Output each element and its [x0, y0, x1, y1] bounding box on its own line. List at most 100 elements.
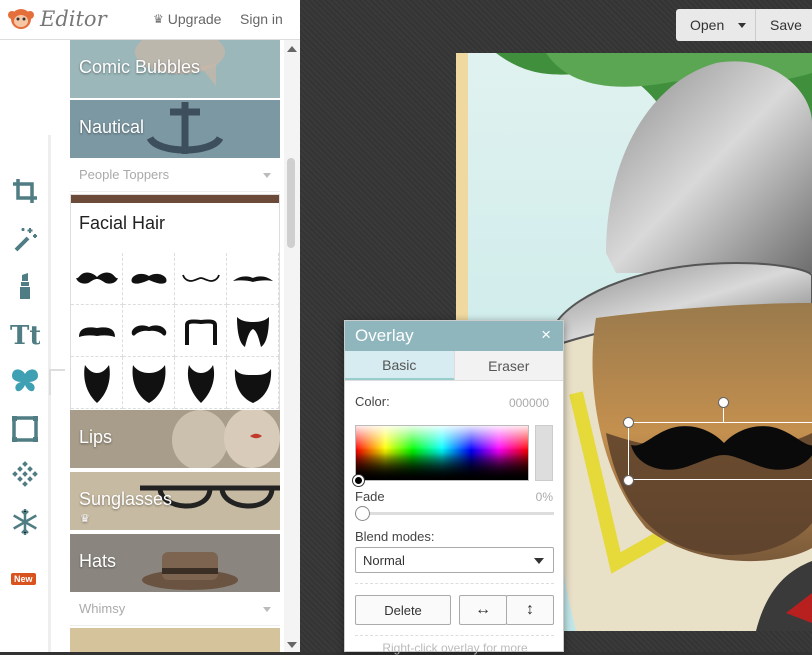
mustache-overlay[interactable] [623, 397, 812, 486]
section-people-toppers[interactable]: People Toppers [70, 158, 280, 192]
list-item[interactable] [123, 305, 175, 357]
mustache-icon [78, 326, 115, 337]
list-item[interactable] [227, 253, 279, 305]
crown-icon: ♛ [153, 12, 164, 26]
list-item[interactable] [71, 305, 123, 357]
category-comic-bubbles[interactable]: Comic Bubbles [70, 40, 280, 98]
section-label: Whimsy [79, 601, 126, 616]
open-label: Open [690, 17, 725, 33]
fade-slider-knob[interactable] [355, 506, 370, 521]
overlay-library-panel: Comic Bubbles Nautical People Toppers Fa… [70, 40, 300, 652]
list-item[interactable] [71, 357, 123, 409]
dialog-tabs: Basic Eraser [345, 351, 563, 381]
scroll-down-icon[interactable] [287, 642, 297, 648]
blend-mode-select[interactable]: Normal [355, 547, 554, 573]
sign-in-link[interactable]: Sign in [240, 11, 283, 27]
beard-icon [187, 364, 214, 403]
category-sunglasses[interactable]: Sunglasses ♛ [70, 472, 280, 530]
upgrade-link[interactable]: ♛ Upgrade [153, 11, 221, 27]
brightness-swatch[interactable] [535, 425, 553, 481]
mustache-icon [131, 324, 166, 336]
list-item[interactable] [175, 305, 227, 357]
save-button[interactable]: Save [756, 17, 802, 33]
scroll-thumb[interactable] [287, 158, 295, 248]
flip-vertical-button[interactable]: ↕ [506, 595, 554, 625]
list-item[interactable] [175, 253, 227, 305]
hats-graphic [142, 552, 238, 590]
rotate-handle[interactable] [718, 397, 729, 408]
anchor-icon [146, 102, 224, 154]
svg-text:Tt: Tt [10, 321, 40, 349]
category-hats[interactable]: Hats [70, 534, 280, 592]
dialog-title: Overlay [355, 326, 414, 345]
mustache-icon [631, 426, 812, 470]
list-item[interactable] [71, 253, 123, 305]
list-item[interactable] [227, 357, 279, 409]
list-item[interactable] [227, 305, 279, 357]
tool-rail: Tt New [0, 40, 70, 652]
crop-tool[interactable] [9, 175, 41, 207]
textures-tool[interactable] [9, 460, 41, 492]
beard-icon [83, 364, 110, 403]
facial-hair-grid [71, 253, 279, 409]
text-tool[interactable]: Tt [9, 318, 41, 350]
list-item[interactable] [123, 253, 175, 305]
open-button[interactable]: Open [676, 9, 756, 41]
effects-tool[interactable] [9, 223, 41, 255]
file-menu: Open Save [676, 9, 812, 41]
touch-up-tool[interactable] [9, 270, 41, 302]
flip-horizontal-icon: ↔ [475, 601, 491, 618]
chevron-down-icon [738, 22, 747, 28]
texture-icon [12, 461, 38, 487]
logo[interactable]: Editor [8, 7, 107, 31]
blend-mode-value: Normal [363, 553, 405, 568]
top-bar: Editor ♛ Upgrade Sign in [0, 0, 300, 40]
category-lips[interactable]: Lips [70, 410, 280, 468]
dialog-header[interactable]: Overlay × [345, 321, 563, 351]
scroll-up-icon[interactable] [287, 46, 297, 52]
snowflake-icon [13, 509, 37, 535]
overlays-tool[interactable] [9, 365, 41, 397]
vintage-couple-graphic [172, 410, 280, 468]
color-picker-handle[interactable] [353, 475, 364, 486]
lipstick-icon [20, 273, 30, 299]
list-item[interactable] [123, 357, 175, 409]
chevron-down-icon [263, 173, 271, 178]
blend-modes-label: Blend modes: [355, 529, 435, 544]
category-label: Nautical [79, 117, 145, 137]
fade-value: 0% [535, 490, 553, 504]
delete-button[interactable]: Delete [355, 595, 451, 625]
color-label: Color: [355, 394, 390, 409]
crop-icon [13, 179, 37, 203]
app-name: Editor [40, 7, 107, 31]
crown-icon: ♛ [80, 513, 90, 525]
color-hex-value[interactable]: 000000 [509, 396, 549, 410]
magic-wand-icon [14, 228, 37, 252]
butterfly-icon [12, 369, 38, 392]
dialog-hint: Right-click overlay for more [382, 641, 528, 655]
mustache-icon [131, 273, 166, 284]
category-label: Sunglasses [79, 489, 173, 509]
flip-horizontal-button[interactable]: ↔ [459, 595, 507, 625]
seasonal-tool[interactable] [9, 506, 41, 538]
tab-basic[interactable]: Basic [345, 351, 454, 380]
fade-slider-track[interactable] [359, 512, 554, 515]
beard-icon [132, 364, 165, 403]
section-label: People Toppers [79, 167, 170, 182]
goatee-icon [236, 316, 269, 347]
section-whimsy[interactable]: Whimsy [70, 592, 280, 626]
beard-icon [234, 368, 271, 403]
frames-tool[interactable] [9, 413, 41, 445]
panel-scrollbar[interactable] [284, 40, 300, 652]
resize-handle-bottom-left[interactable] [623, 475, 634, 486]
color-spectrum[interactable] [355, 425, 529, 481]
list-item[interactable] [175, 357, 227, 409]
category-nautical[interactable]: Nautical [70, 100, 280, 158]
chevron-down-icon [263, 607, 271, 612]
rotate-handle-stem [723, 408, 724, 423]
frame-icon [12, 416, 38, 442]
tab-eraser[interactable]: Eraser [453, 351, 563, 380]
close-icon[interactable]: × [541, 325, 551, 345]
resize-handle-top-left[interactable] [623, 417, 634, 428]
category-next[interactable] [70, 628, 280, 652]
